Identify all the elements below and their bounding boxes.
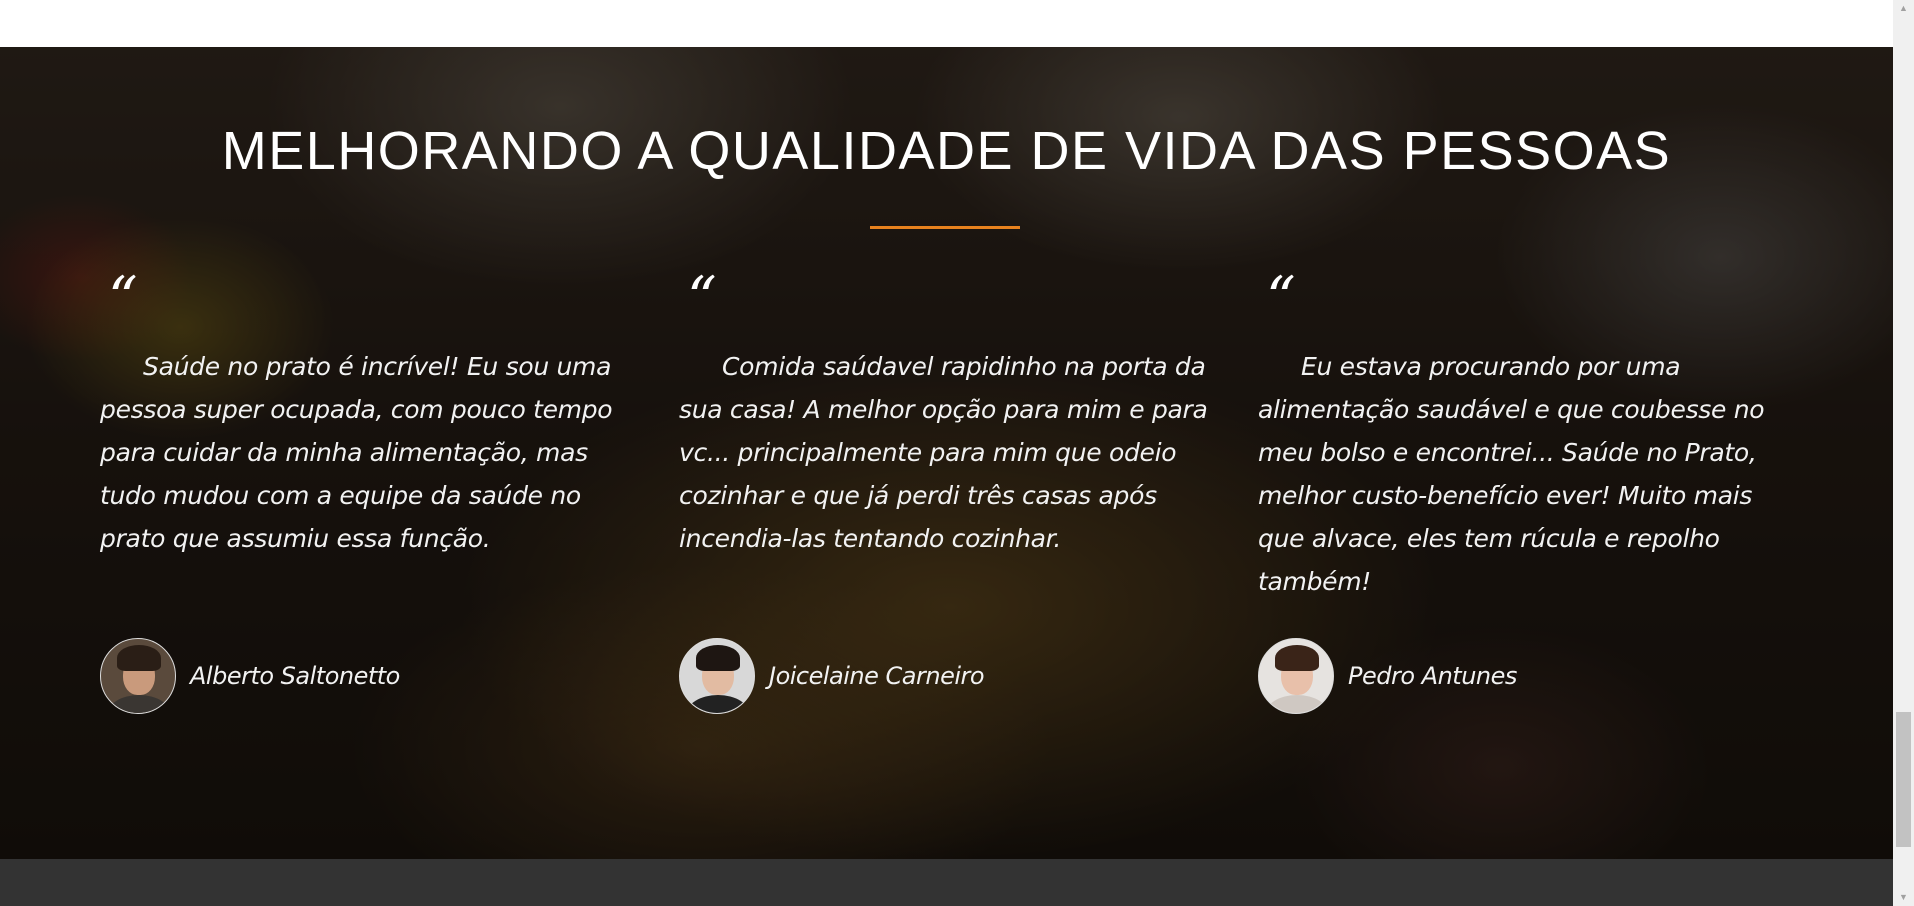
avatar	[1258, 638, 1334, 714]
footer-bar	[0, 859, 1893, 906]
author-name: Alberto Saltonetto	[190, 662, 400, 690]
testimonial-card: “ Comida saúdavel rapidinho na porta da …	[679, 264, 1224, 560]
testimonial-text: Saúde no prato é incrível! Eu sou uma pe…	[100, 352, 613, 553]
quote-icon: “	[108, 264, 138, 332]
quote-icon: “	[687, 264, 717, 332]
testimonial-card: “ Eu estava procurando por uma alimentaç…	[1258, 264, 1803, 603]
avatar	[100, 638, 176, 714]
scroll-down-icon[interactable]: ▼	[1893, 889, 1914, 906]
testimonial-author: Pedro Antunes	[1258, 638, 1517, 714]
testimonial-text: Comida saúdavel rapidinho na porta da su…	[679, 352, 1208, 553]
scrollbar-thumb[interactable]	[1896, 712, 1911, 847]
top-white-bar	[0, 0, 1893, 47]
author-name: Pedro Antunes	[1348, 662, 1517, 690]
testimonial-author: Joicelaine Carneiro	[679, 638, 985, 714]
testimonial-card: “ Saúde no prato é incrível! Eu sou uma …	[100, 264, 645, 560]
scroll-up-icon[interactable]: ▲	[1893, 0, 1914, 17]
testimonial-author: Alberto Saltonetto	[100, 638, 400, 714]
author-name: Joicelaine Carneiro	[769, 662, 985, 690]
quote-icon: “	[1266, 264, 1296, 332]
avatar	[679, 638, 755, 714]
section-title: MELHORANDO A QUALIDADE DE VIDA DAS PESSO…	[221, 121, 1672, 181]
testimonial-text: Eu estava procurando por uma alimentação…	[1258, 352, 1765, 596]
title-divider	[870, 226, 1020, 229]
